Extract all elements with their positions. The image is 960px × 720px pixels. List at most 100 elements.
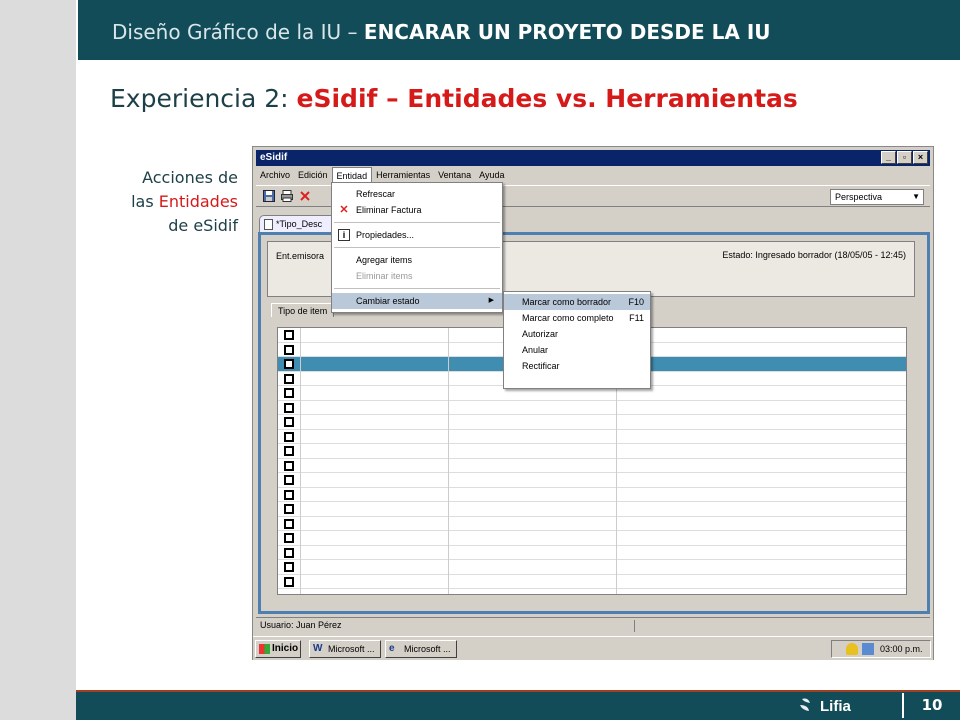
- menu-item-label: Marcar como completo: [522, 313, 614, 323]
- shield-icon[interactable]: [846, 643, 858, 655]
- menu-item-label: Autorizar: [522, 329, 559, 339]
- window-buttons: _ ▫ ×: [881, 151, 928, 164]
- menu-item-label: Rectificar: [522, 361, 560, 371]
- menu-ayuda[interactable]: Ayuda: [475, 167, 508, 183]
- menu-item-label: Eliminar Factura: [356, 205, 422, 215]
- row-checkbox[interactable]: [284, 504, 294, 514]
- window-title-bar: eSidif _ ▫ ×: [256, 150, 930, 166]
- window-title: eSidif: [260, 152, 288, 163]
- row-checkbox[interactable]: [284, 576, 294, 587]
- editor-tab[interactable]: *Tipo_Desc: [259, 215, 339, 233]
- footer-strip: [0, 690, 76, 720]
- items-tabs: Tipo de item: [271, 303, 335, 317]
- table-row[interactable]: [278, 430, 906, 444]
- menu-item-marcar-borrador[interactable]: Marcar como borrador F10: [504, 294, 650, 310]
- entidad-menu: Refrescar ✕ Eliminar Factura i Propiedades…: [331, 182, 503, 313]
- table-row[interactable]: [278, 401, 906, 415]
- table-row[interactable]: [278, 459, 906, 473]
- restore-button[interactable]: ▫: [897, 151, 912, 164]
- menu-item-eliminar-factura[interactable]: ✕ Eliminar Factura: [332, 202, 502, 218]
- table-row[interactable]: [278, 488, 906, 502]
- taskbar: Inicio W Microsoft ... e Microsoft ... 03:…: [253, 636, 933, 660]
- network-icon[interactable]: [862, 643, 874, 655]
- cambiar-estado-submenu: Marcar como borrador F10 Marcar como comp…: [503, 291, 651, 389]
- clock: 03:00 p.m.: [880, 644, 923, 654]
- row-checkbox[interactable]: [284, 547, 294, 558]
- row-checkbox[interactable]: [284, 446, 294, 456]
- row-checkbox[interactable]: [284, 330, 294, 340]
- table-row[interactable]: [278, 575, 906, 589]
- lifia-logo-icon: Lifia: [800, 698, 851, 715]
- menubar: Archivo Edición Entidad Herramientas Ven…: [256, 167, 930, 183]
- table-row[interactable]: [278, 502, 906, 517]
- shortcut-key: F10: [628, 297, 644, 307]
- header-strip: [0, 0, 76, 60]
- header-divider: [76, 0, 78, 60]
- row-checkbox[interactable]: [284, 373, 294, 384]
- row-checkbox[interactable]: [284, 344, 294, 355]
- header-title: Diseño Gráfico de la IU – ENCARAR UN PRO…: [112, 20, 771, 44]
- row-checkbox[interactable]: [284, 431, 294, 442]
- table-row[interactable]: [278, 546, 906, 560]
- menu-archivo[interactable]: Archivo: [256, 167, 294, 183]
- system-tray: 03:00 p.m.: [831, 640, 931, 658]
- title-highlight: eSidif – Entidades vs. Herramientas: [296, 84, 798, 113]
- row-checkbox[interactable]: [284, 475, 294, 485]
- header-bold: ENCARAR UN PROYETO DESDE LA IU: [363, 20, 771, 44]
- perspective-select[interactable]: Perspectiva ▼: [830, 189, 924, 205]
- info-icon: i: [338, 229, 350, 241]
- menu-item-eliminar-items: Eliminar items: [332, 268, 502, 284]
- table-row[interactable]: [278, 531, 906, 546]
- print-icon[interactable]: [280, 189, 294, 203]
- delete-icon[interactable]: [298, 189, 312, 203]
- row-checkbox[interactable]: [284, 417, 294, 427]
- header-bar: Diseño Gráfico de la IU – ENCARAR UN PRO…: [0, 0, 960, 60]
- row-checkbox[interactable]: [284, 388, 294, 398]
- menu-ventana[interactable]: Ventana: [434, 167, 475, 183]
- row-checkbox[interactable]: [284, 518, 294, 529]
- header-prefix: Diseño Gráfico de la IU –: [112, 20, 364, 44]
- row-checkbox[interactable]: [284, 460, 294, 471]
- menu-entidad[interactable]: Entidad: [331, 167, 373, 183]
- start-button[interactable]: Inicio: [255, 640, 301, 658]
- note-line2: las Entidades: [95, 190, 238, 214]
- lifia-logo: Lifia: [794, 693, 900, 718]
- minimize-button[interactable]: _: [881, 151, 896, 164]
- menu-separator: [334, 288, 500, 289]
- grid-divider: [448, 328, 449, 594]
- menu-item-agregar-items[interactable]: Agregar items: [332, 252, 502, 268]
- menu-edicion[interactable]: Edición: [294, 167, 332, 183]
- close-button[interactable]: ×: [913, 151, 928, 164]
- side-note: Acciones de las Entidades de eSidif: [95, 166, 238, 238]
- menu-separator: [334, 247, 500, 248]
- menu-item-propiedades[interactable]: i Propiedades...: [332, 227, 502, 243]
- menu-item-refrescar[interactable]: Refrescar: [332, 186, 502, 202]
- table-row[interactable]: [278, 444, 906, 459]
- menu-item-marcar-completo[interactable]: Marcar como completo F11: [504, 310, 650, 326]
- red-x-icon: ✕: [339, 204, 349, 216]
- menu-item-cambiar-estado[interactable]: Cambiar estado ▶: [332, 293, 502, 309]
- taskbar-button-label: Microsoft ...: [328, 644, 375, 654]
- row-checkbox[interactable]: [284, 359, 294, 369]
- note-line3: de eSidif: [168, 216, 238, 235]
- row-checkbox[interactable]: [284, 489, 294, 500]
- save-icon[interactable]: [262, 189, 276, 203]
- footer-bar: Lifia 10: [0, 690, 960, 720]
- logo-text: Lifia: [820, 698, 851, 715]
- table-row[interactable]: [278, 473, 906, 488]
- menu-item-rectificar[interactable]: Rectificar: [504, 358, 650, 374]
- menu-item-anular[interactable]: Anular: [504, 342, 650, 358]
- tab-tipo-item[interactable]: Tipo de item: [271, 303, 335, 317]
- taskbar-button-word[interactable]: W Microsoft ...: [309, 640, 381, 658]
- ent-emisora-label: Ent.emisora: [276, 251, 325, 261]
- table-row[interactable]: [278, 415, 906, 430]
- menu-herramientas[interactable]: Herramientas: [372, 167, 434, 183]
- row-checkbox[interactable]: [284, 402, 294, 413]
- row-checkbox[interactable]: [284, 562, 294, 572]
- taskbar-button-ie[interactable]: e Microsoft ...: [385, 640, 457, 658]
- row-checkbox[interactable]: [284, 533, 294, 543]
- table-row[interactable]: [278, 560, 906, 575]
- table-row[interactable]: [278, 517, 906, 531]
- menu-item-label: Cambiar estado: [356, 296, 420, 306]
- menu-item-autorizar[interactable]: Autorizar: [504, 326, 650, 342]
